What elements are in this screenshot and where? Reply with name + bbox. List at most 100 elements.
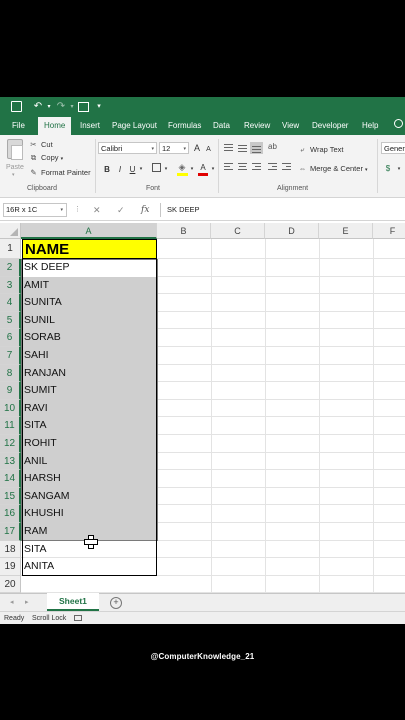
- cancel-icon[interactable]: ✕: [93, 204, 101, 216]
- add-sheet-icon[interactable]: +: [110, 597, 122, 609]
- column-header-d[interactable]: D: [265, 223, 319, 239]
- number-format-dropdown[interactable]: Genera: [381, 142, 405, 154]
- font-size-dropdown[interactable]: 12 ▾: [159, 142, 189, 154]
- wrap-text-icon: ⤶: [300, 145, 305, 154]
- align-left-icon[interactable]: [222, 161, 235, 173]
- status-bar: Ready Scroll Lock: [0, 611, 405, 624]
- row-header-11[interactable]: 11: [0, 417, 21, 435]
- alignment-group-label: Alignment: [277, 185, 309, 192]
- row-header-17[interactable]: 17: [0, 523, 21, 541]
- format-painter-button[interactable]: ✎ Format Painter: [29, 167, 90, 178]
- row-header-16[interactable]: 16: [0, 505, 21, 523]
- chevron-down-icon[interactable]: ▾: [396, 164, 402, 175]
- font-name-dropdown[interactable]: Calibri ▾: [98, 142, 157, 154]
- borders-icon[interactable]: [150, 163, 162, 174]
- paste-button[interactable]: Paste ▾: [4, 139, 24, 178]
- undo-dropdown-icon[interactable]: ▾: [46, 100, 52, 114]
- column-header-a[interactable]: A: [21, 223, 157, 239]
- column-header-c[interactable]: C: [211, 223, 265, 239]
- row-header-13[interactable]: 13: [0, 452, 21, 471]
- row-header-18[interactable]: 18: [0, 540, 21, 559]
- lightbulb-icon[interactable]: [394, 119, 403, 129]
- decrease-indent-icon[interactable]: [266, 161, 279, 173]
- tab-home[interactable]: Home: [38, 117, 72, 135]
- align-center-icon[interactable]: [236, 161, 249, 173]
- grow-font-button[interactable]: A: [192, 143, 202, 154]
- insert-function-icon[interactable]: fx: [141, 204, 149, 216]
- increase-indent-icon[interactable]: [280, 161, 293, 173]
- next-sheet-icon[interactable]: ▸: [25, 597, 29, 609]
- merge-center-button[interactable]: ⇔ Merge & Center ▾: [298, 163, 368, 174]
- row-header-5[interactable]: 5: [0, 311, 21, 330]
- column-header-b[interactable]: B: [157, 223, 211, 239]
- chevron-down-icon[interactable]: ▾: [163, 164, 169, 175]
- shrink-font-button[interactable]: A: [204, 144, 213, 155]
- tab-formulas[interactable]: Formulas: [168, 117, 201, 135]
- row-header-14[interactable]: 14: [0, 470, 21, 488]
- macro-recording-icon[interactable]: [74, 615, 82, 621]
- underline-button[interactable]: U: [128, 164, 137, 175]
- align-bottom-icon[interactable]: [250, 142, 263, 154]
- tab-data[interactable]: Data: [213, 117, 230, 135]
- chevron-down-icon[interactable]: ▾: [138, 164, 144, 175]
- sheet-tab-sheet1[interactable]: Sheet1: [47, 593, 99, 611]
- enter-icon[interactable]: ✓: [117, 204, 125, 216]
- column-header-e[interactable]: E: [319, 223, 373, 239]
- fill-color-icon[interactable]: ◈: [176, 162, 188, 176]
- row-header-6[interactable]: 6: [0, 329, 21, 347]
- status-ready: Ready: [4, 615, 25, 622]
- form-icon[interactable]: [77, 100, 89, 114]
- tab-page-layout[interactable]: Page Layout: [112, 117, 157, 135]
- row-header-19[interactable]: 19: [0, 558, 21, 576]
- row-header-3[interactable]: 3: [0, 276, 21, 295]
- chevron-down-icon: ▾: [12, 172, 15, 178]
- tab-file[interactable]: File: [12, 117, 25, 135]
- customize-toolbar-icon[interactable]: ▾: [95, 100, 103, 114]
- row-header-15[interactable]: 15: [0, 487, 21, 506]
- formula-input[interactable]: SK DEEP: [160, 203, 405, 217]
- row-header-8[interactable]: 8: [0, 364, 21, 383]
- name-box[interactable]: 16R x 1C ▾: [3, 203, 67, 217]
- tab-review[interactable]: Review: [244, 117, 270, 135]
- currency-format-icon[interactable]: $: [382, 163, 394, 174]
- tab-insert[interactable]: Insert: [80, 117, 100, 135]
- tab-help[interactable]: Help: [362, 117, 378, 135]
- row-header-1[interactable]: 1: [0, 239, 21, 259]
- row-header-12[interactable]: 12: [0, 435, 21, 453]
- cell-a20[interactable]: [22, 576, 157, 594]
- cut-button[interactable]: ✂ Cut: [29, 139, 52, 150]
- italic-button[interactable]: I: [116, 164, 124, 175]
- undo-icon[interactable]: ↶: [31, 100, 45, 114]
- align-right-icon[interactable]: [250, 161, 263, 173]
- row-header-4[interactable]: 4: [0, 294, 21, 312]
- cell-a1-header[interactable]: NAME: [22, 239, 157, 259]
- redo-dropdown-icon[interactable]: ▾: [69, 100, 75, 114]
- font-color-icon[interactable]: A: [198, 162, 208, 176]
- chevron-down-icon[interactable]: ▾: [189, 164, 195, 175]
- row-header-2[interactable]: 2: [0, 259, 21, 277]
- align-top-icon[interactable]: [222, 142, 235, 154]
- clipboard-group-label: Clipboard: [27, 185, 57, 192]
- bold-button[interactable]: B: [102, 164, 112, 175]
- drag-handle-icon[interactable]: ⋮: [74, 204, 81, 216]
- row-header-9[interactable]: 9: [0, 382, 21, 400]
- tab-developer[interactable]: Developer: [312, 117, 348, 135]
- wrap-text-button[interactable]: ⤶ Wrap Text: [298, 144, 343, 155]
- sheet-tabs-bar: ◂ ▸ Sheet1 +: [0, 593, 405, 612]
- select-all-button[interactable]: [0, 223, 21, 239]
- copy-button[interactable]: ⧉ Copy ▾: [29, 152, 63, 163]
- orientation-icon[interactable]: ab: [266, 142, 279, 154]
- copy-icon: ⧉: [30, 153, 37, 162]
- excel-window: ↶ ▾ ↷ ▾ ▾ File Home Insert Page Layout F…: [0, 97, 405, 624]
- row-header-7[interactable]: 7: [0, 347, 21, 365]
- redo-icon[interactable]: ↷: [55, 100, 67, 114]
- row-header-20[interactable]: 20: [0, 575, 21, 594]
- align-middle-icon[interactable]: [236, 142, 249, 154]
- previous-sheet-icon[interactable]: ◂: [10, 597, 14, 609]
- save-icon[interactable]: [11, 100, 23, 114]
- row-header-10[interactable]: 10: [0, 399, 21, 418]
- tab-view[interactable]: View: [282, 117, 299, 135]
- chevron-down-icon[interactable]: ▾: [210, 164, 216, 175]
- cell-a19[interactable]: ANITA: [22, 558, 157, 576]
- column-header-f[interactable]: F: [373, 223, 405, 239]
